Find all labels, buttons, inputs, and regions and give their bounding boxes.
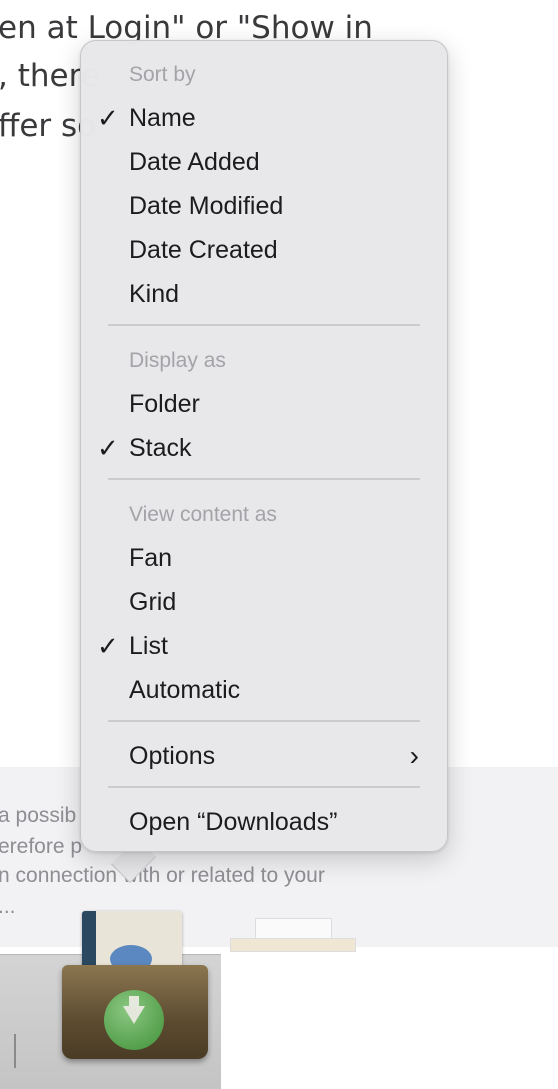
menu-item-label: Name — [129, 104, 196, 132]
menu-item-folder[interactable]: Folder — [129, 384, 419, 424]
menu-item-label: Date Created — [129, 236, 278, 264]
menu-header-view-content-as: View content as — [129, 503, 277, 526]
menu-item-label: Kind — [129, 280, 180, 308]
menu-header-display-as: Display as — [129, 349, 226, 372]
disclaimer-line-2: erefore p — [0, 835, 83, 858]
menu-item-label: Folder — [129, 390, 200, 418]
menu-header-sort-by: Sort by — [129, 63, 196, 86]
download-arrow-icon — [104, 990, 164, 1050]
menu-separator — [108, 478, 420, 480]
menu-item-automatic[interactable]: Automatic — [129, 670, 419, 710]
menu-item-label: Automatic — [129, 676, 241, 704]
menu-separator — [108, 324, 420, 326]
disclaimer-line-4: ... — [0, 895, 16, 918]
menu-item-list[interactable]: ✓ List — [97, 626, 419, 666]
menu-item-fan[interactable]: Fan — [129, 538, 419, 578]
menu-item-label: Open “Downloads” — [129, 808, 338, 836]
menu-item-open-downloads[interactable]: Open “Downloads” — [129, 802, 419, 842]
menu-item-grid[interactable]: Grid — [129, 582, 419, 622]
menu-item-stack[interactable]: ✓ Stack — [97, 428, 419, 468]
disclaimer-line-1: a possib — [0, 804, 77, 827]
menu-item-name[interactable]: ✓ Name — [97, 98, 419, 138]
menu-item-label: Grid — [129, 588, 177, 616]
menu-item-label: Fan — [129, 544, 173, 572]
menu-item-label: Stack — [129, 434, 192, 462]
dock-stack-context-menu: Sort by ✓ Name Date Added Date Modified … — [80, 40, 448, 852]
checkmark-icon: ✓ — [97, 103, 119, 133]
menu-item-date-added[interactable]: Date Added — [129, 142, 419, 182]
checkmark-icon: ✓ — [97, 631, 119, 661]
chevron-right-icon: › — [409, 740, 419, 771]
menu-item-date-modified[interactable]: Date Modified — [129, 186, 419, 226]
menu-item-date-created[interactable]: Date Created — [129, 230, 419, 270]
menu-separator — [108, 786, 420, 788]
menu-item-label: Date Modified — [129, 192, 284, 220]
checkmark-icon: ✓ — [97, 433, 119, 463]
dock-divider — [14, 1034, 16, 1068]
menu-item-label: Date Added — [129, 148, 260, 176]
image-thumbnail — [230, 938, 356, 952]
disclaimer-line-3: n connection with or related to your — [0, 864, 325, 887]
menu-item-label: List — [129, 632, 168, 660]
menu-item-kind[interactable]: Kind — [129, 274, 419, 314]
menu-item-options[interactable]: Options › — [129, 736, 419, 776]
menu-item-label: Options — [129, 742, 216, 770]
menu-separator — [108, 720, 420, 722]
